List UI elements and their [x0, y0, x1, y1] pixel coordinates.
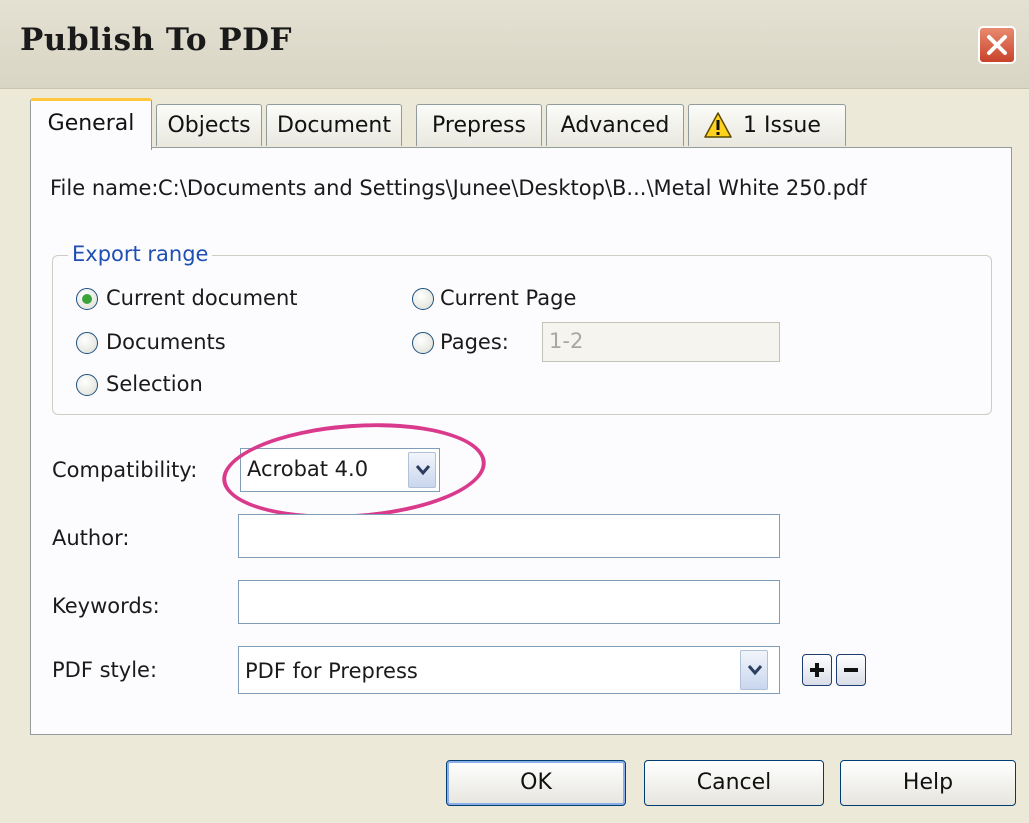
title-bar[interactable]: Publish To PDF [0, 0, 1029, 89]
pages-input[interactable]: 1-2 [542, 322, 780, 362]
tab-label: General [47, 111, 135, 136]
tab-label: 1 Issue [743, 113, 821, 138]
chevron-down-icon [747, 665, 763, 676]
tab-objects[interactable]: Objects [156, 104, 262, 146]
plus-icon [810, 663, 824, 677]
pdf-style-value: PDF for Prepress [245, 659, 418, 683]
author-input[interactable] [238, 514, 780, 558]
pdf-style-dropdown-button[interactable] [740, 650, 768, 690]
radio-documents[interactable] [76, 332, 98, 354]
radio-pages[interactable] [412, 332, 434, 354]
ok-button[interactable]: OK [446, 760, 626, 806]
tab-prepress[interactable]: Prepress [416, 104, 542, 146]
tab-general[interactable]: General [30, 98, 152, 150]
minus-icon [844, 668, 858, 672]
warning-icon [704, 112, 732, 138]
keywords-label: Keywords: [52, 594, 160, 618]
radio-current-page[interactable] [412, 288, 434, 310]
export-range-title: Export range [68, 242, 213, 266]
tab-strip: General Objects Document Prepress Advanc… [30, 98, 1010, 150]
remove-pdf-style-button[interactable] [836, 654, 866, 686]
keywords-input[interactable] [238, 580, 780, 624]
radio-label-selection: Selection [106, 372, 203, 396]
tab-label: Advanced [560, 113, 670, 138]
compatibility-label: Compatibility: [52, 458, 198, 482]
tab-label: Prepress [432, 113, 526, 138]
tab-issues[interactable]: 1 Issue [688, 104, 846, 146]
window-title: Publish To PDF [20, 22, 293, 58]
cancel-button[interactable]: Cancel [644, 760, 824, 806]
pdf-style-label: PDF style: [52, 658, 158, 682]
add-pdf-style-button[interactable] [802, 654, 832, 686]
publish-to-pdf-dialog: Publish To PDF General Objects Document … [0, 0, 1029, 823]
close-button[interactable] [978, 26, 1016, 64]
tab-advanced[interactable]: Advanced [546, 104, 684, 146]
radio-selection[interactable] [76, 374, 98, 396]
radio-current-document[interactable] [76, 288, 98, 310]
pdf-style-select[interactable]: PDF for Prepress [238, 646, 780, 694]
tab-document[interactable]: Document [266, 104, 402, 146]
file-name-label: File name: [50, 176, 159, 200]
radio-label-current-page: Current Page [440, 286, 577, 310]
radio-label-documents: Documents [106, 330, 226, 354]
tab-label: Objects [167, 113, 251, 138]
radio-label-pages: Pages: [440, 330, 509, 354]
tab-label: Document [277, 113, 391, 138]
file-name-value: C:\Documents and Settings\Junee\Desktop\… [158, 176, 867, 200]
close-icon [987, 35, 1007, 55]
help-button[interactable]: Help [840, 760, 1016, 806]
author-label: Author: [52, 526, 130, 550]
radio-label-current-document: Current document [106, 286, 298, 310]
radio-selected-dot [82, 294, 92, 304]
